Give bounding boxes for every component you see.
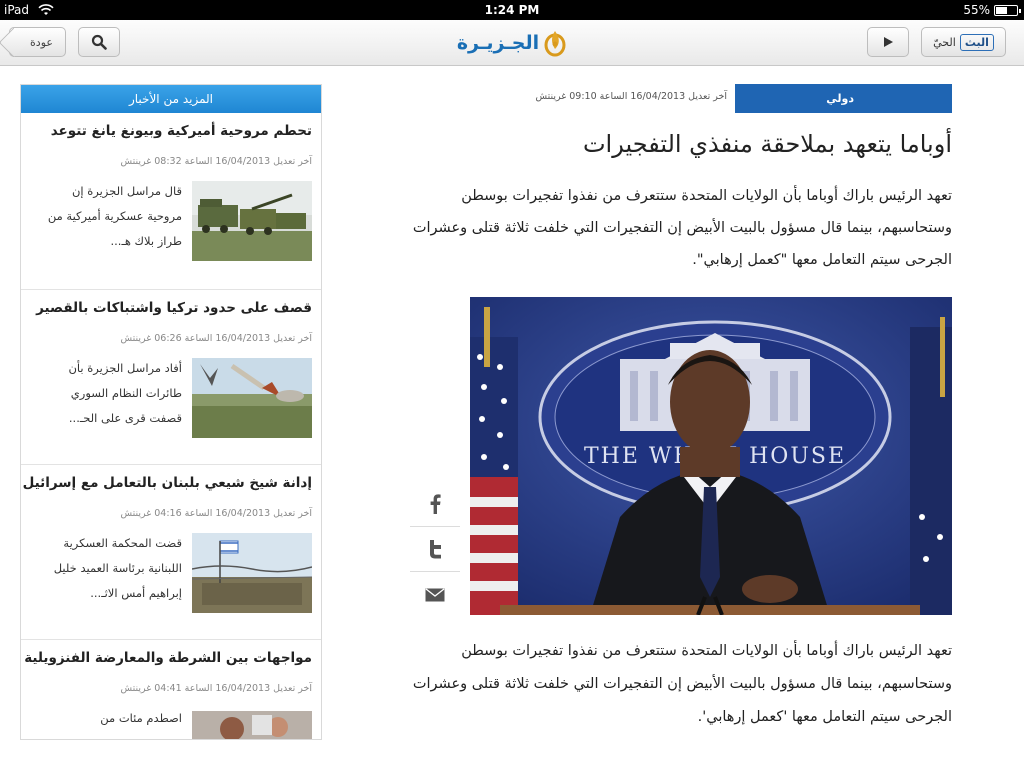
twitter-icon: [430, 540, 441, 559]
facebook-icon: [430, 494, 441, 514]
news-item-summary: قال مراسل الجزيرة إن مروحية عسكرية أميرك…: [47, 184, 182, 248]
news-item-summary: اصطدم مئات من: [100, 711, 182, 725]
live-broadcast-button[interactable]: الحيّ البث: [921, 27, 1006, 57]
article-photo[interactable]: THE WHITE HOUSE: [470, 297, 952, 615]
battery-icon: [994, 5, 1021, 16]
news-item-title[interactable]: قصف على حدود تركيا واشتباكات بالقصير: [36, 300, 312, 316]
section-tag[interactable]: دولي: [735, 84, 952, 113]
play-icon: [884, 37, 893, 47]
news-item-title[interactable]: مواجهات بين الشرطة والمعارضة الفنزويلية: [24, 650, 312, 666]
live-text: الحيّ: [933, 35, 956, 49]
toolbar: عودة الجـزيـرة الحيّ البث: [0, 20, 1024, 66]
news-item[interactable]: إدانة شيخ شيعي بلبنان بالتعامل مع إسرائي…: [21, 464, 321, 639]
battery-percent: 55%: [963, 3, 990, 17]
news-item-title[interactable]: تحطم مروحية أميركية وبيونغ يانغ تتوعد: [51, 123, 312, 139]
email-share-button[interactable]: [410, 572, 460, 617]
news-item-timestamp: آخر تعديل 16/04/2013 الساعة 04:16 غرينتش: [120, 508, 312, 519]
article-headline: أوباما يتعهد بملاحقة منفذي التفجيرات: [582, 130, 952, 158]
live-badge: البث: [959, 33, 994, 51]
play-button[interactable]: [867, 27, 909, 57]
news-item-timestamp: آخر تعديل 16/04/2013 الساعة 04:41 غرينتش: [120, 683, 312, 694]
news-item-timestamp: آخر تعديل 16/04/2013 الساعة 06:26 غرينتش: [120, 333, 312, 344]
news-item-thumbnail[interactable]: [192, 533, 312, 613]
news-item[interactable]: مواجهات بين الشرطة والمعارضة الفنزويلية …: [21, 639, 321, 739]
status-bar: iPad 1:24 PM 55%: [0, 0, 1024, 20]
sidebar-header: المزيد من الأخبار: [21, 85, 321, 113]
email-icon: [425, 587, 445, 601]
news-item-thumbnail[interactable]: [192, 711, 312, 739]
facebook-share-button[interactable]: [410, 482, 460, 527]
news-item-thumbnail[interactable]: [192, 358, 312, 438]
article-lead: تعهد الرئيس باراك أوباما بأن الولايات ال…: [412, 188, 952, 268]
more-news-sidebar: المزيد من الأخبار تحطم مروحية أميركية وب…: [20, 84, 322, 740]
logo-text: الجـزيـرة: [456, 32, 540, 54]
news-item-timestamp: آخر تعديل 16/04/2013 الساعة 08:32 غرينتش: [120, 156, 312, 167]
share-bar: [410, 482, 460, 617]
news-item[interactable]: تحطم مروحية أميركية وبيونغ يانغ تتوعد آخ…: [21, 113, 321, 289]
news-item[interactable]: قصف على حدود تركيا واشتباكات بالقصير آخر…: [21, 289, 321, 464]
twitter-share-button[interactable]: [410, 527, 460, 572]
article-body: تعهد الرئيس باراك أوباما بأن الولايات ال…: [412, 643, 952, 725]
clock: 1:24 PM: [484, 3, 540, 17]
article-updated-time: آخر تعديل 16/04/2013 الساعة 09:10 غرينتش: [535, 91, 727, 102]
news-item-summary: قضت المحكمة العسكرية اللبنانية برئاسة ال…: [53, 536, 182, 600]
news-item-summary: أفاد مراسل الجزيرة بأن طائرات النظام الس…: [68, 361, 182, 425]
news-item-thumbnail[interactable]: [192, 181, 312, 261]
news-item-title[interactable]: إدانة شيخ شيعي بلبنان بالتعامل مع إسرائي…: [23, 475, 312, 491]
logo-emblem-icon: [544, 31, 566, 57]
